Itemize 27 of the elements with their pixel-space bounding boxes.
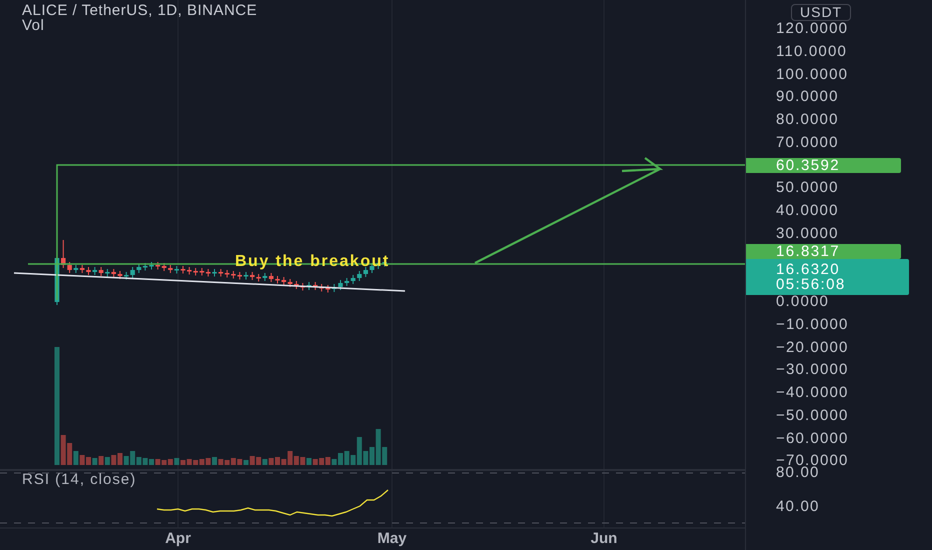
price-label: −10.0000 bbox=[776, 316, 849, 333]
chart-title: ALICE / TetherUS, 1D, BINANCE bbox=[22, 3, 258, 18]
rsi-value-label: 40.00 bbox=[776, 499, 820, 515]
price-label: 90.0000 bbox=[776, 89, 839, 106]
volume-label: Vol bbox=[22, 18, 46, 33]
time-label: Jun bbox=[590, 531, 618, 547]
price-label: 120.0000 bbox=[776, 21, 848, 37]
price-label: −50.0000 bbox=[776, 408, 849, 424]
price-label: −60.0000 bbox=[776, 430, 849, 446]
price-label: 70.0000 bbox=[776, 134, 839, 151]
time-label: May bbox=[377, 531, 407, 547]
price-label: 50.0000 bbox=[776, 180, 839, 196]
price-label: −20.0000 bbox=[776, 340, 849, 356]
price-label: 40.0000 bbox=[776, 203, 839, 219]
time-label: Apr bbox=[165, 531, 191, 547]
price-tag: 16.6320 05:56:08 bbox=[746, 259, 909, 295]
price-label: −40.0000 bbox=[776, 385, 849, 401]
price-label: 80.0000 bbox=[776, 112, 839, 128]
price-tag: 16.8317 bbox=[746, 244, 901, 259]
price-label: 30.0000 bbox=[776, 226, 839, 242]
price-label: 110.0000 bbox=[776, 44, 848, 60]
price-label: 0.0000 bbox=[776, 294, 830, 310]
currency-button[interactable]: USDT bbox=[791, 4, 852, 21]
indicator-label: RSI (14, close) bbox=[22, 472, 136, 488]
price-tag: 60.3592 bbox=[746, 158, 901, 173]
price-label: 100.0000 bbox=[776, 66, 848, 82]
price-label: −30.0000 bbox=[776, 362, 849, 378]
